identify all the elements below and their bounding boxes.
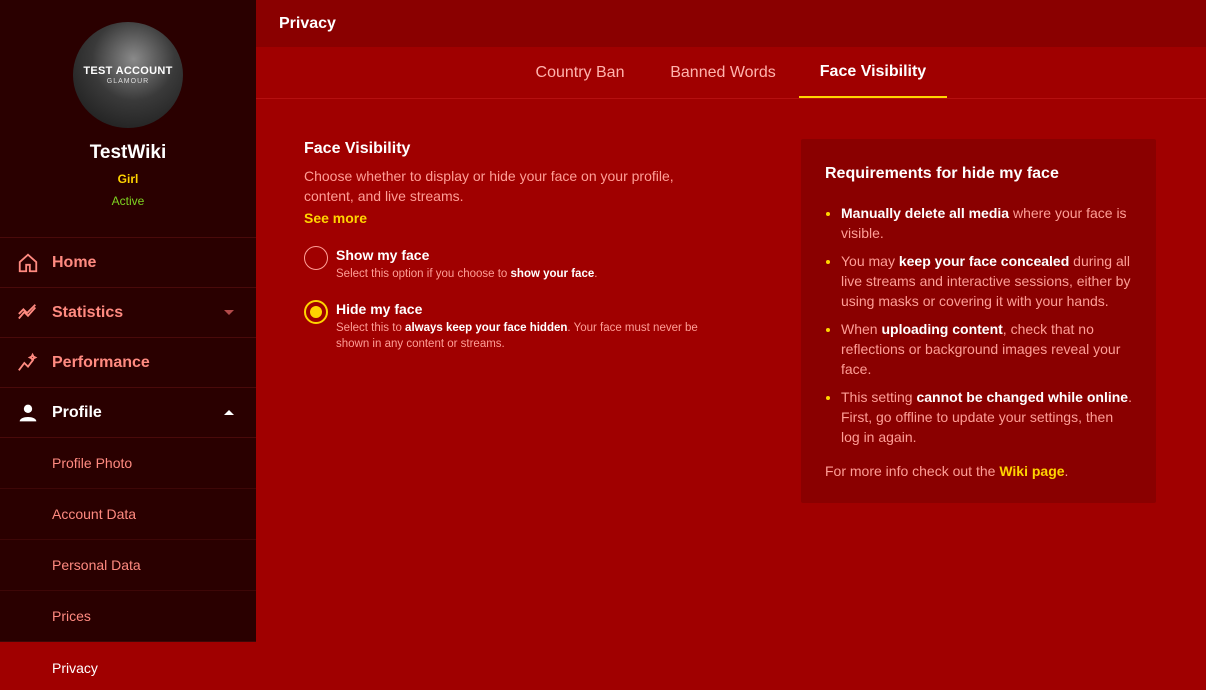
sidebar-item-statistics[interactable]: Statistics — [0, 288, 256, 338]
avatar-title: TEST ACCOUNT — [83, 65, 173, 77]
option-label: Show my face — [336, 247, 430, 263]
avatar[interactable]: TEST ACCOUNT GLAMOUR — [73, 22, 183, 128]
requirements-card: Requirements for hide my face Manually d… — [801, 139, 1156, 503]
profile-header: TEST ACCOUNT GLAMOUR TestWiki Girl Activ… — [0, 0, 256, 238]
list-item: When uploading content, check that no re… — [825, 319, 1132, 379]
sidebar-item-home[interactable]: Home — [0, 238, 256, 288]
requirements-title: Requirements for hide my face — [825, 165, 1059, 182]
option-description: Select this option if you choose to show… — [336, 266, 716, 282]
list-item: Manually delete all media where your fac… — [825, 203, 1132, 243]
req-bold: cannot be changed while online — [916, 389, 1129, 405]
hide-face-radio[interactable] — [304, 300, 328, 324]
option-show-face[interactable]: Show my face Select this option if you c… — [304, 246, 724, 282]
statistics-icon — [16, 301, 40, 325]
sidebar-item-performance[interactable]: Performance — [0, 338, 256, 388]
req-bold: Manually delete all media — [841, 205, 1010, 221]
sidebar-item-label: Performance — [52, 353, 150, 371]
face-visibility-section: Face Visibility Choose whether to displa… — [304, 140, 724, 352]
wiki-page-link[interactable]: Wiki page — [999, 463, 1064, 479]
sidebar-subitem-privacy[interactable]: Privacy — [0, 642, 256, 690]
sidebar-subitem-profile-photo[interactable]: Profile Photo — [0, 438, 256, 489]
req-text: This setting — [841, 389, 917, 405]
sidebar-item-label: Home — [52, 253, 97, 271]
user-icon — [16, 401, 40, 425]
option-desc-text: Select this option if you choose to — [336, 268, 511, 280]
sidebar-subitem-prices[interactable]: Prices — [0, 591, 256, 642]
tab-country-ban[interactable]: Country Ban — [518, 47, 642, 98]
sidebar-item-label: Statistics — [52, 303, 124, 321]
avatar-subtitle: GLAMOUR — [106, 78, 150, 85]
option-desc-text: Select this to — [336, 322, 406, 334]
list-item: This setting cannot be changed while onl… — [825, 387, 1132, 447]
tab-bar: Country Ban Banned Words Face Visibility — [256, 47, 1206, 99]
see-more-link[interactable]: See more — [304, 210, 367, 226]
sidebar-subitem-account-data[interactable]: Account Data — [0, 489, 256, 540]
home-icon — [16, 251, 40, 275]
option-desc-bold: always keep your face hidden — [405, 322, 568, 334]
tab-face-visibility[interactable]: Face Visibility — [799, 47, 947, 98]
list-item: You may keep your face concealed during … — [825, 251, 1132, 311]
gender-label: Girl — [117, 172, 139, 186]
sidebar-item-label: Profile — [52, 403, 102, 421]
username: TestWiki — [89, 142, 167, 163]
option-desc-text: . — [594, 268, 598, 280]
tab-banned-words[interactable]: Banned Words — [660, 47, 786, 98]
performance-icon — [16, 351, 40, 375]
chevron-down-icon — [224, 310, 234, 315]
req-text: You may — [841, 253, 899, 269]
option-hide-face[interactable]: Hide my face Select this to always keep … — [304, 300, 724, 352]
section-title: Face Visibility — [304, 140, 411, 157]
status-badge: Active — [111, 194, 145, 208]
sidebar: TEST ACCOUNT GLAMOUR TestWiki Girl Activ… — [0, 0, 256, 690]
sidebar-subitem-personal-data[interactable]: Personal Data — [0, 540, 256, 591]
requirements-list: Manually delete all media where your fac… — [825, 203, 1132, 447]
requirements-footer: For more info check out the Wiki page. — [825, 463, 1132, 479]
chevron-up-icon — [224, 410, 234, 415]
page-header: Privacy — [256, 0, 1206, 47]
req-bold: keep your face concealed — [898, 253, 1070, 269]
footer-text: For more info check out the — [825, 463, 1000, 479]
show-face-radio[interactable] — [304, 246, 328, 270]
req-bold: uploading content — [881, 321, 1003, 337]
req-text: When — [841, 321, 882, 337]
option-description: Select this to always keep your face hid… — [336, 320, 716, 352]
option-label: Hide my face — [336, 301, 423, 317]
footer-text: . — [1064, 463, 1069, 479]
sidebar-item-profile[interactable]: Profile — [0, 388, 256, 438]
option-desc-bold: show your face — [510, 268, 595, 280]
section-description: Choose whether to display or hide your f… — [304, 168, 674, 204]
page-title: Privacy — [279, 14, 336, 32]
